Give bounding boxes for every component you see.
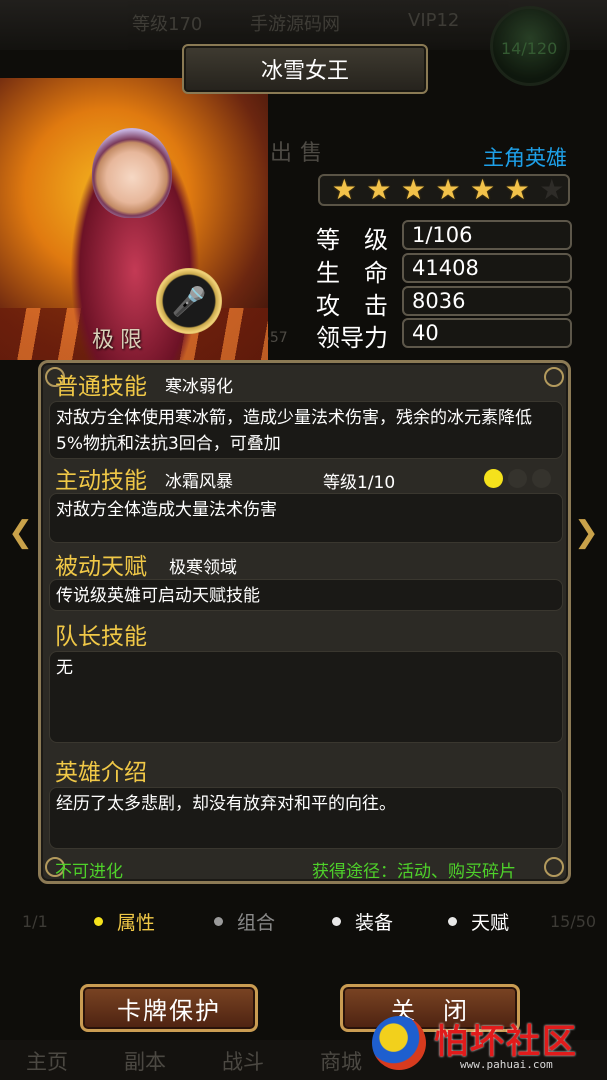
- tab-equipment[interactable]: 装备: [332, 908, 393, 935]
- stat-label: 攻 击: [316, 292, 388, 320]
- level-dot-icon: [532, 469, 551, 488]
- normal-skill-name: 寒冰弱化: [165, 377, 233, 397]
- level-dot-icon: [484, 469, 503, 488]
- skill-level-dots: [484, 469, 551, 488]
- normal-skill-title: 普通技能: [55, 374, 147, 400]
- active-skill-title: 主动技能: [55, 468, 147, 494]
- passive-talent-name: 极寒领域: [169, 558, 237, 578]
- stat-row-leadership: 领导力 40: [316, 318, 574, 352]
- stat-value: 1/106: [402, 220, 572, 250]
- active-skill-name: 冰霜风暴: [165, 472, 233, 492]
- star-icon: ★: [504, 173, 530, 206]
- active-skill-level: 等级1/10: [323, 473, 396, 493]
- stat-value: 8036: [402, 286, 572, 316]
- bg-nav-item: 副本: [124, 1050, 166, 1074]
- stat-label: 等 级: [316, 226, 388, 254]
- active-skill-desc: 对敌方全体造成大量法术伤害: [49, 493, 563, 543]
- stat-row-hp: 生 命 41408: [316, 253, 574, 287]
- evolve-status: 不可进化: [55, 862, 123, 882]
- watermark-text: 怕坏社区: [434, 1022, 578, 1062]
- microphone-icon: 🎤: [171, 284, 207, 318]
- bg-nav-item: 商城: [320, 1050, 362, 1074]
- tab-talent[interactable]: 天赋: [448, 908, 509, 935]
- obtain-source: 获得途径：活动、购买碎片: [312, 862, 516, 882]
- star-icon: ★: [331, 173, 357, 206]
- tab-attributes[interactable]: 属性: [94, 908, 155, 935]
- star-icon: ★: [470, 173, 496, 206]
- skills-panel[interactable]: 普通技能 寒冰弱化 对敌方全体使用寒冰箭，造成少量法术伤害，残余的冰元素降低5%…: [38, 360, 571, 884]
- normal-skill-desc: 对敌方全体使用寒冰箭，造成少量法术伤害，残余的冰元素降低5%物抗和法抗3回合，可…: [49, 401, 563, 459]
- leader-skill-title: 队长技能: [55, 624, 147, 650]
- hero-name: 冰雪女王: [260, 59, 349, 84]
- star-icon: ★: [539, 173, 565, 206]
- stat-value: 40: [402, 318, 572, 348]
- stat-row-attack: 攻 击 8036: [316, 286, 574, 320]
- bg-nav-item: 战斗: [222, 1050, 264, 1074]
- stat-row-level: 等 级 1/106: [316, 220, 574, 254]
- prev-hero-arrow-icon[interactable]: ❮: [8, 515, 33, 550]
- hero-portrait: [0, 78, 268, 360]
- tab-label: 天赋: [471, 912, 510, 934]
- tab-label: 属性: [117, 912, 156, 934]
- star-icon: ★: [435, 173, 461, 206]
- star-icon: ★: [366, 173, 392, 206]
- bg-sell-text: 出售: [270, 141, 331, 166]
- hero-type-label: 主角英雄: [483, 146, 567, 170]
- star-icon: ★: [400, 173, 426, 206]
- bg-site-text: 手游源码网: [250, 14, 340, 35]
- bg-energy-orb: 14/120: [490, 6, 570, 86]
- quality-medal-icon: 🎤: [156, 268, 222, 334]
- bg-orb-text: 14/120: [501, 39, 558, 58]
- corner-ornament-icon: [544, 857, 564, 877]
- hero-head: [92, 128, 172, 218]
- hero-intro-title: 英雄介绍: [55, 760, 147, 786]
- next-hero-arrow-icon[interactable]: ❯: [574, 515, 599, 550]
- hero-name-plate: 冰雪女王: [182, 44, 428, 94]
- tab-bullet-icon: [448, 917, 457, 926]
- stat-value: 41408: [402, 253, 572, 283]
- tab-bullet-icon: [214, 917, 223, 926]
- leader-skill-desc: 无: [49, 651, 563, 743]
- tab-combination[interactable]: 组合: [214, 908, 275, 935]
- bg-level-text: 等级170: [132, 14, 203, 35]
- corner-ornament-icon: [544, 367, 564, 387]
- stat-label: 领导力: [316, 324, 388, 352]
- bg-nav-item: 主页: [26, 1050, 68, 1074]
- bg-vip-text: VIP12: [408, 10, 460, 31]
- watermark-logo-icon: [372, 1016, 426, 1070]
- tab-label: 组合: [237, 912, 276, 934]
- tab-bullet-icon: [332, 917, 341, 926]
- watermark-url: www.pahuai.com: [460, 1058, 553, 1071]
- hero-intro-desc: 经历了太多悲剧，却没有放弃对和平的向往。: [49, 787, 563, 849]
- quality-label: 极限: [92, 328, 149, 353]
- stat-label: 生 命: [316, 259, 388, 287]
- card-protect-button[interactable]: 卡牌保护: [80, 984, 258, 1032]
- tab-bullet-icon: [94, 917, 103, 926]
- star-rating: ★ ★ ★ ★ ★ ★ ★: [318, 174, 570, 206]
- tab-label: 装备: [355, 912, 394, 934]
- level-dot-icon: [508, 469, 527, 488]
- passive-talent-desc: 传说级英雄可启动天赋技能: [49, 579, 563, 611]
- passive-talent-title: 被动天赋: [55, 554, 147, 580]
- site-watermark: 怕坏社区 www.pahuai.com: [372, 1012, 602, 1078]
- tab-bar: 属性 组合 装备 天赋: [0, 898, 607, 942]
